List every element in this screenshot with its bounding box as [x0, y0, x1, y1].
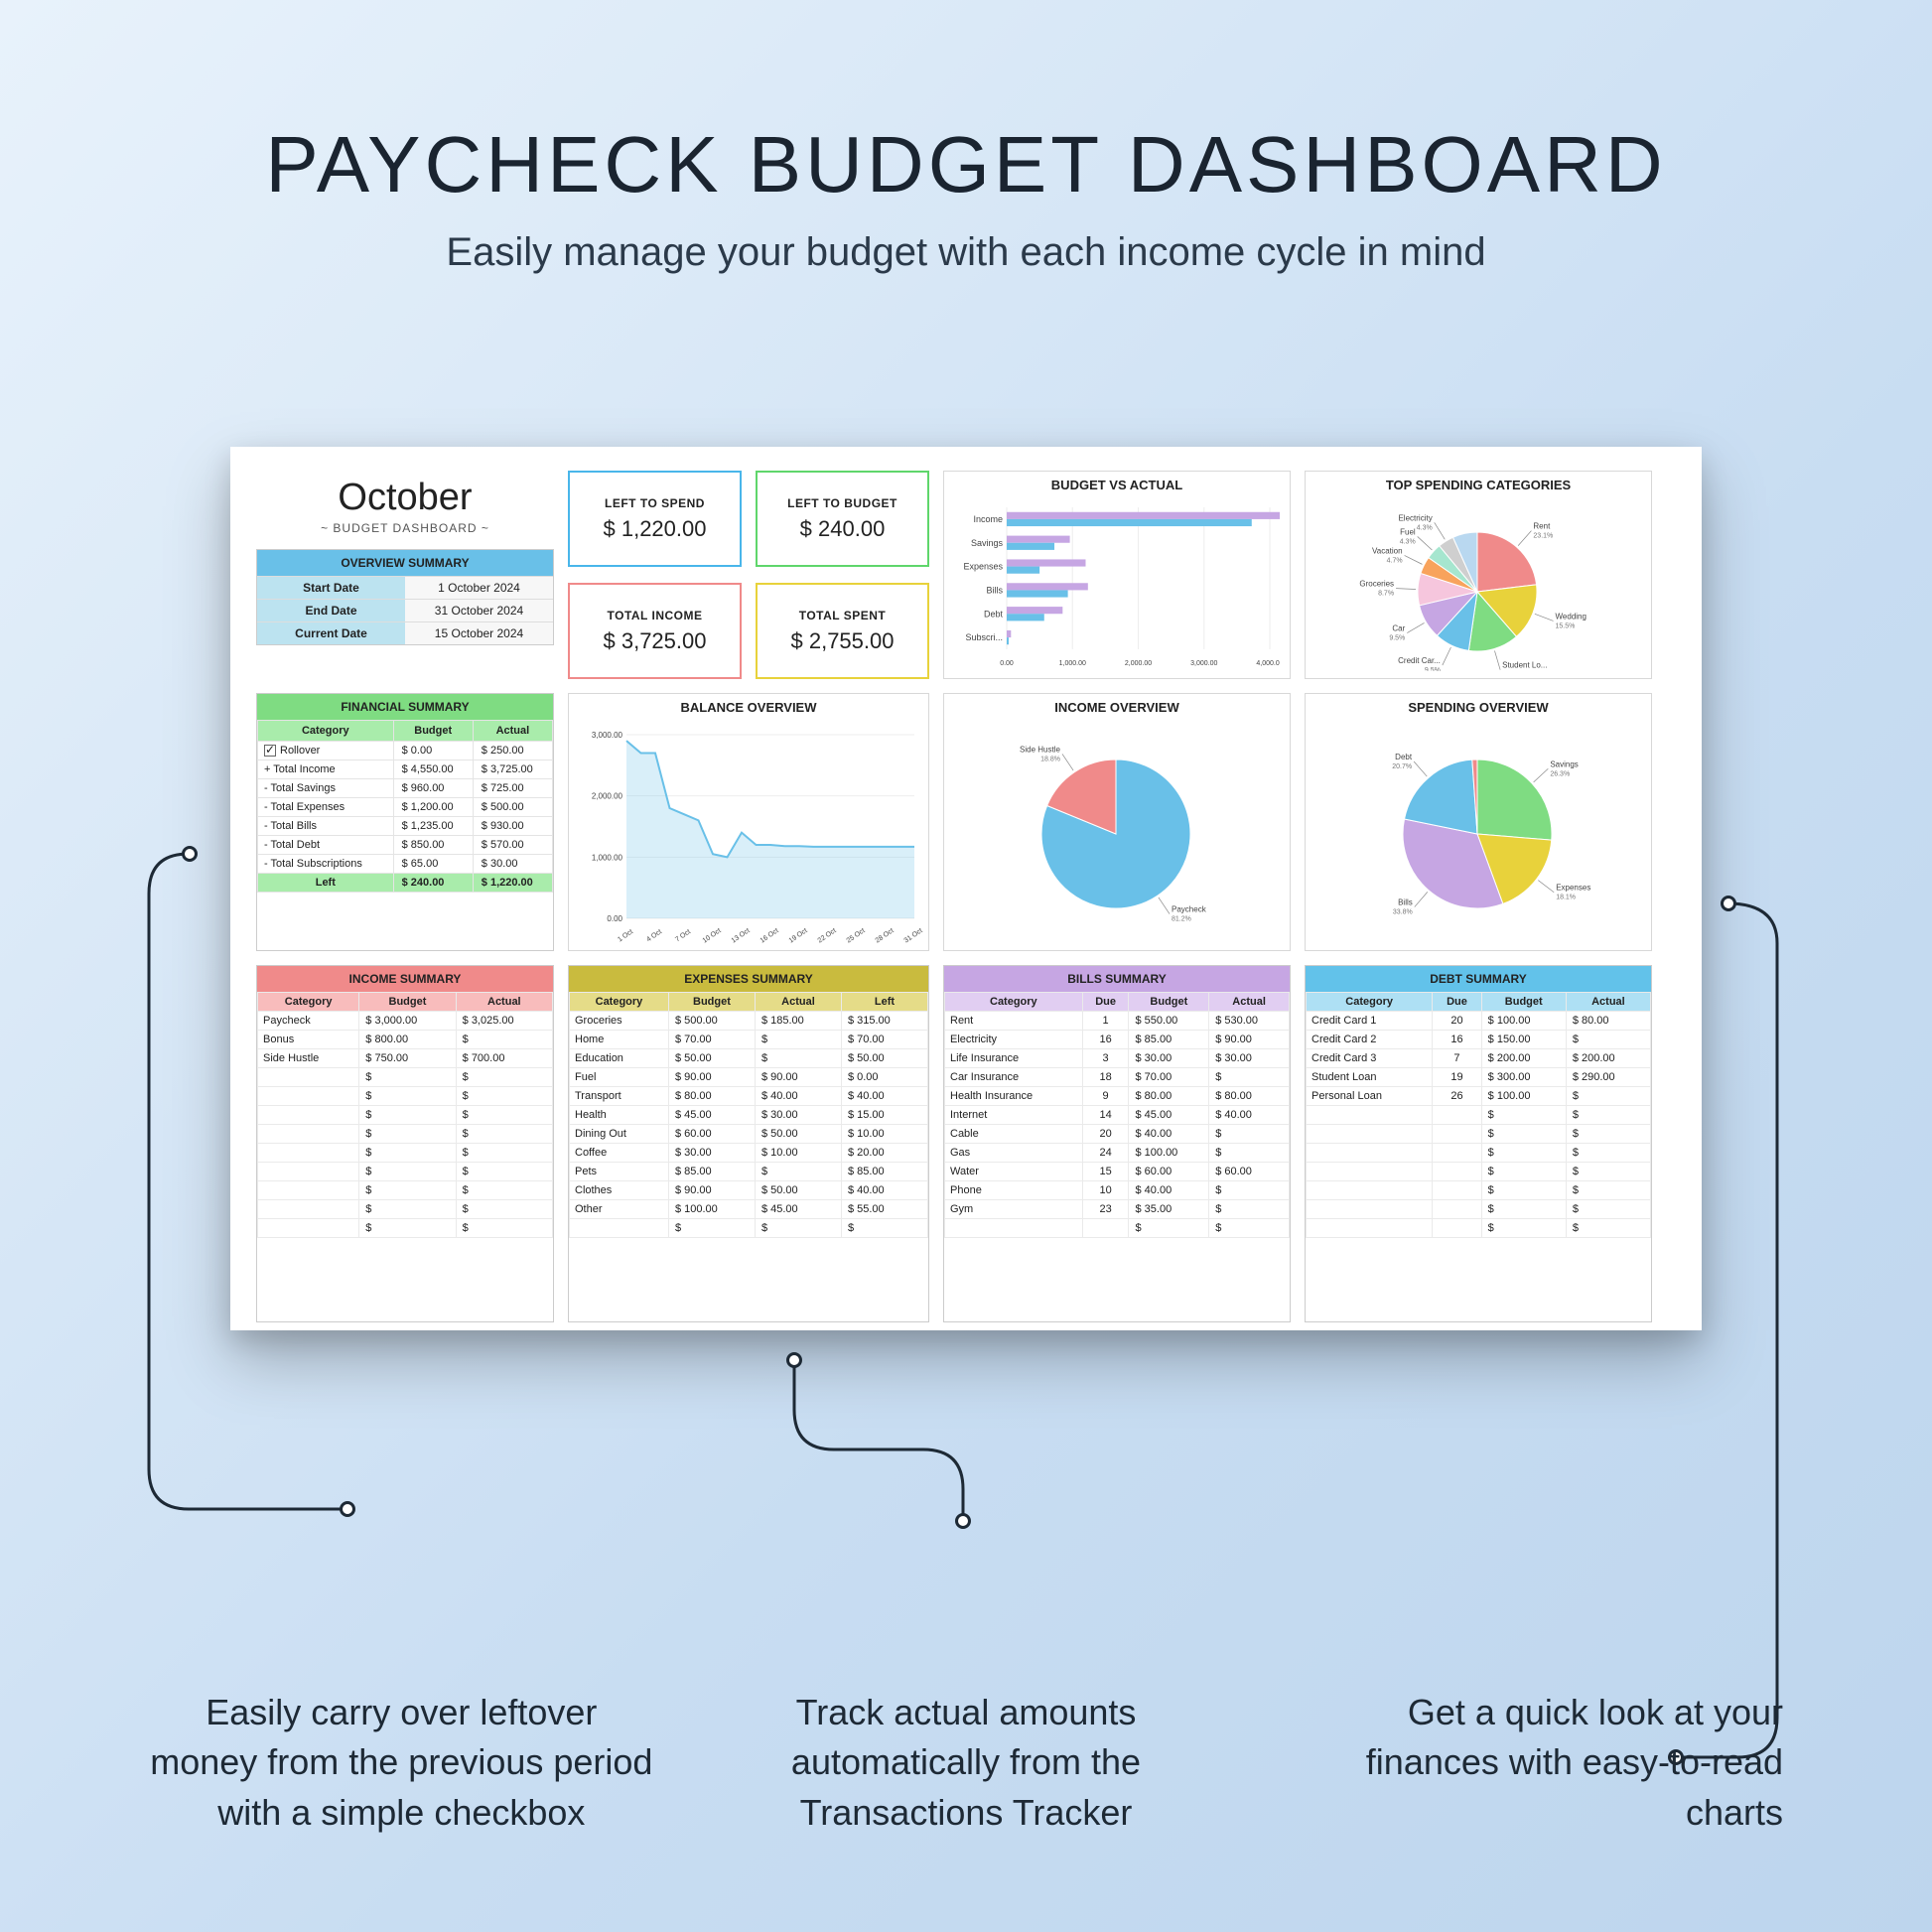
- callout-dot-icon: [1721, 896, 1736, 911]
- callout-dot-icon: [955, 1513, 971, 1529]
- caption-charts: Get a quick look at your finances with e…: [1248, 1688, 1813, 1838]
- caption-tracker: Track actual amounts automatically from …: [684, 1688, 1249, 1838]
- caption-rollover: Easily carry over leftover money from th…: [119, 1688, 684, 1838]
- callout-dot-icon: [340, 1501, 355, 1517]
- callout-dot-icon: [786, 1352, 802, 1368]
- captions-row: Easily carry over leftover money from th…: [0, 1688, 1932, 1838]
- callout-dot-icon: [182, 846, 198, 862]
